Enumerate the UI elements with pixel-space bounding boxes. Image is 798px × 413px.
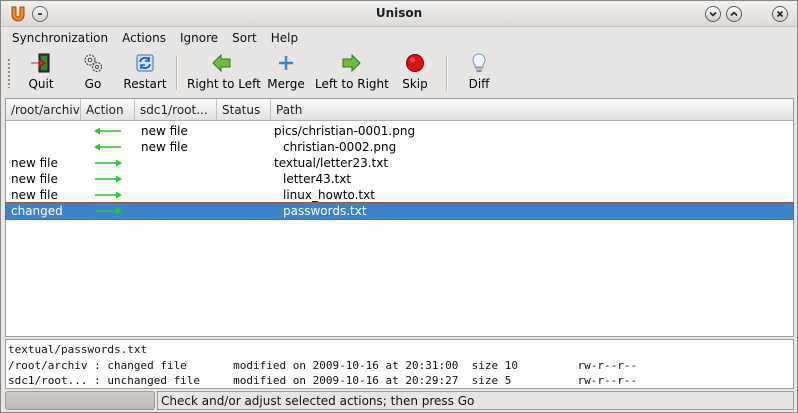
table-row[interactable]: new file pics/christian-0001.png [6,123,793,139]
column-header-path[interactable]: Path [271,99,793,120]
right-to-left-label: Right to Left [187,77,261,91]
status-message: Check and/or adjust selected actions; th… [157,391,794,410]
toolbar: Quit Go Restart Right to Left Merge Left… [1,50,797,96]
stop-circle-icon [406,54,424,72]
left-to-right-label: Left to Right [315,77,389,91]
column-header-action[interactable]: Action [81,99,135,120]
arrow-right-icon[interactable] [93,190,123,200]
details-panel: textual/passwords.txt/root/archiv : chan… [5,339,794,389]
window-title: Unison [375,6,423,20]
minimize-button[interactable] [705,6,721,22]
row-path: letter43.txt [283,172,352,186]
arrow-left-icon[interactable] [93,126,123,136]
table-row[interactable]: new file textual/letter23.txt [6,155,793,171]
arrow-right-icon [342,53,361,73]
row-right-state: new file [141,124,188,138]
diff-button[interactable]: Diff [463,52,495,94]
arrow-left-icon[interactable] [93,142,123,152]
table-row[interactable]: new file letter43.txt [6,171,793,187]
table-header: /root/archiv Action sdc1/root... Status … [6,99,793,121]
menu-sort[interactable]: Sort [225,28,264,48]
row-left-state: new file [11,188,58,202]
quit-button[interactable]: Quit [23,52,59,94]
row-path: passwords.txt [283,204,367,218]
merge-label: Merge [267,77,305,91]
table-row[interactable]: new file christian-0002.png [6,139,793,155]
lightbulb-icon [472,53,486,72]
maximize-button[interactable] [726,6,742,22]
menu-bar: Synchronization Actions Ignore Sort Help [1,28,797,48]
unison-window: Unison Synchronization Actions Ignore So… [0,0,798,413]
row-left-state: new file [11,172,58,186]
arrow-right-icon[interactable] [93,174,123,184]
exit-door-icon [31,53,50,73]
progress-bar [5,391,155,410]
title-bar: Unison [1,1,797,27]
details-left-info: /root/archiv : changed file modified on … [8,358,638,372]
menu-ignore[interactable]: Ignore [173,28,225,48]
column-header-right-root[interactable]: sdc1/root... [135,99,217,120]
arrow-left-icon [212,53,231,73]
skip-button[interactable]: Skip [397,52,433,94]
diff-label: Diff [468,77,490,91]
close-icon [776,10,784,18]
chevron-down-icon [709,11,717,17]
row-path: linux_howto.txt [283,188,375,202]
menu-actions[interactable]: Actions [115,28,173,48]
toolbar-grip[interactable] [7,58,11,88]
toolbar-separator [176,56,178,90]
row-path: pics/christian-0001.png [274,124,416,138]
quit-label: Quit [28,77,54,91]
menu-synchronization[interactable]: Synchronization [5,28,115,48]
details-path: textual/passwords.txt [8,343,148,356]
table-row[interactable]: changed passwords.txt [5,202,794,220]
gears-icon [84,54,103,73]
row-path: christian-0002.png [283,140,397,154]
details-right-info: sdc1/root... : unchanged file modified o… [8,374,638,387]
close-button[interactable] [772,6,788,22]
row-left-state: new file [11,156,58,170]
arrow-right-icon[interactable] [93,158,123,168]
merge-button[interactable]: Merge [266,52,306,94]
restart-button[interactable]: Restart [123,52,167,94]
column-header-status[interactable]: Status [217,99,271,120]
chevron-up-icon [730,11,738,17]
arrow-right-icon[interactable] [93,206,123,216]
right-to-left-button[interactable]: Right to Left [187,52,261,94]
table-row[interactable]: new file linux_howto.txt [6,187,793,203]
row-left-state: changed [11,204,63,218]
restart-label: Restart [123,77,167,91]
toolbar-separator [446,56,448,90]
status-bar: Check and/or adjust selected actions; th… [1,390,797,412]
menu-help[interactable]: Help [264,28,305,48]
left-to-right-button[interactable]: Left to Right [315,52,389,94]
row-path: textual/letter23.txt [274,156,389,170]
refresh-icon [136,54,154,72]
row-right-state: new file [141,140,188,154]
go-button[interactable]: Go [77,52,109,94]
column-header-left-root[interactable]: /root/archiv [6,99,81,120]
skip-label: Skip [402,77,428,91]
plus-icon [279,56,293,70]
go-label: Go [84,77,102,91]
file-list[interactable]: /root/archiv Action sdc1/root... Status … [5,98,794,337]
